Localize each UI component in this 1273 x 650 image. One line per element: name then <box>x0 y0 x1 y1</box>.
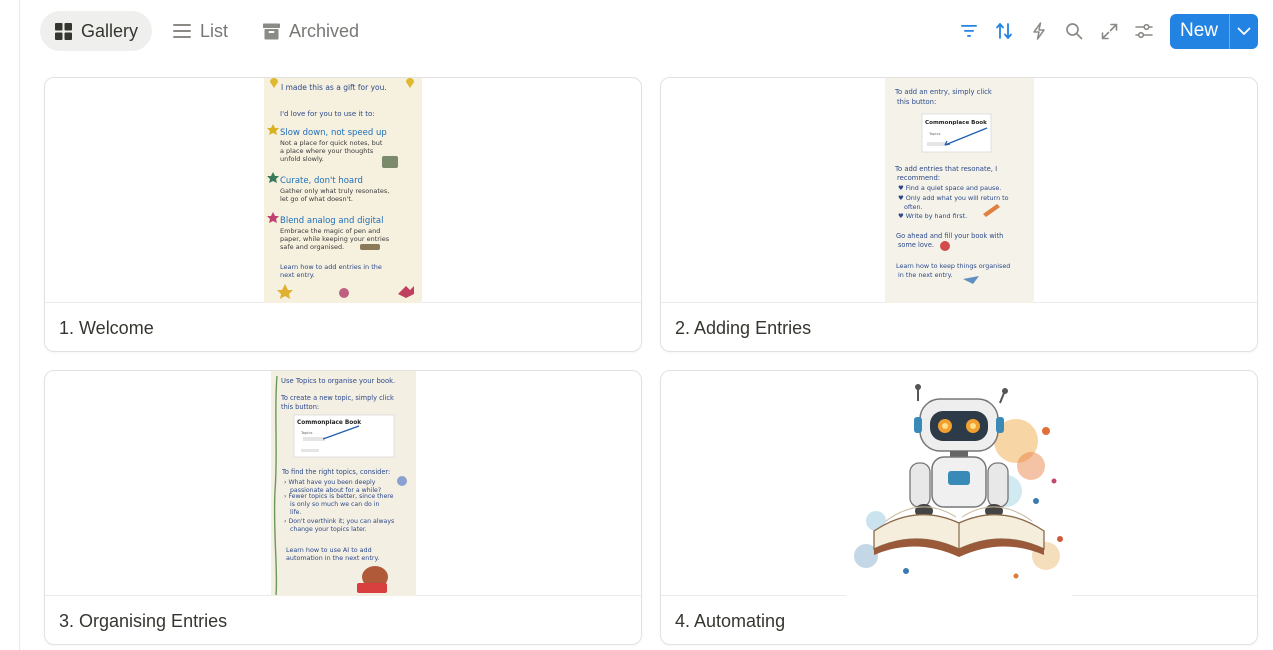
view-toolbar: Gallery List Archived New <box>40 11 1258 51</box>
gallery-card[interactable]: I made this as a gift for you. I'd love … <box>44 77 642 352</box>
card-cover: To add an entry, simply click this butto… <box>661 78 1257 303</box>
tab-list[interactable]: List <box>158 11 242 51</box>
handwritten-note-image: Use Topics to organise your book. To cre… <box>270 371 416 596</box>
note-section-head: Curate, don't hoard <box>280 176 363 186</box>
automations-button[interactable] <box>1022 14 1057 49</box>
svg-text:Learn how to keep things organ: Learn how to keep things organised <box>896 262 1010 270</box>
robot-reading-book-illustration <box>846 371 1072 596</box>
expand-icon <box>1101 23 1118 39</box>
svg-text:Not a place for quick notes, b: Not a place for quick notes, but <box>280 139 383 147</box>
note-heading: I made this as a gift for you. <box>281 83 387 92</box>
gallery-card[interactable]: Use Topics to organise your book. To cre… <box>44 370 642 645</box>
list-lines-icon <box>173 24 192 38</box>
svg-text:To create a new topic, simply: To create a new topic, simply click <box>280 394 394 402</box>
svg-text:paper, while keeping your entr: paper, while keeping your entries <box>280 235 390 243</box>
card-cover: I made this as a gift for you. I'd love … <box>45 78 641 303</box>
note-heading: Use Topics to organise your book. <box>281 377 395 385</box>
view-settings-button[interactable] <box>1127 14 1162 49</box>
svg-text:Embrace the magic of pen and: Embrace the magic of pen and <box>280 227 380 235</box>
new-button[interactable]: New <box>1170 14 1229 49</box>
handwritten-note-image: To add an entry, simply click this butto… <box>884 78 1034 303</box>
svg-text:is only so much we can do in: is only so much we can do in <box>290 501 379 508</box>
handwritten-note-image: I made this as a gift for you. I'd love … <box>264 78 422 303</box>
svg-text:♥ Find a quiet space and pause: ♥ Find a quiet space and pause. <box>898 184 1001 192</box>
search-icon <box>1066 23 1083 40</box>
gallery-grid-icon <box>55 22 72 40</box>
tab-gallery-label: Gallery <box>81 20 139 41</box>
expand-button[interactable] <box>1092 14 1127 49</box>
view-tabs: Gallery List Archived <box>40 11 373 51</box>
filter-button[interactable] <box>952 14 987 49</box>
tab-gallery[interactable]: Gallery <box>40 11 153 51</box>
archive-box-icon <box>263 23 281 39</box>
svg-text:♥ Write by hand first.: ♥ Write by hand first. <box>898 212 967 220</box>
tab-archived[interactable]: Archived <box>248 11 373 51</box>
search-button[interactable] <box>1057 14 1092 49</box>
svg-text:life.: life. <box>290 509 301 516</box>
svg-text:To find the right topics, cons: To find the right topics, consider: <box>281 468 390 476</box>
svg-text:this button:: this button: <box>281 403 319 411</box>
svg-text:To add an entry, simply click: To add an entry, simply click <box>894 88 992 96</box>
filter-icon <box>961 25 978 37</box>
chevron-down-icon <box>1237 27 1251 35</box>
card-cover: Use Topics to organise your book. To cre… <box>45 371 641 596</box>
view-tools: New <box>952 13 1258 49</box>
note-screenshot-title: Commonplace Book <box>925 120 987 126</box>
automation-bolt-icon <box>1033 22 1046 40</box>
svg-text:safe and organised.: safe and organised. <box>280 243 344 251</box>
svg-text:♥ Only add what you will retur: ♥ Only add what you will return to <box>898 194 1009 202</box>
svg-text:in the next entry.: in the next entry. <box>898 271 953 279</box>
note-section-head: Slow down, not speed up <box>280 128 387 138</box>
svg-text:automation in the next entry.: automation in the next entry. <box>286 554 379 562</box>
note-screenshot-item: Topics <box>928 131 941 136</box>
svg-text:unfold slowly.: unfold slowly. <box>280 155 324 163</box>
sidebar-divider <box>19 0 20 650</box>
svg-text:› Don't overthink it; you can: › Don't overthink it; you can always <box>284 518 394 525</box>
svg-text:Learn how to add entries in th: Learn how to add entries in the <box>280 263 382 271</box>
svg-text:› Fewer topics is better, sinc: › Fewer topics is better, since there <box>284 493 394 500</box>
card-title: 3. Organising Entries <box>59 611 228 631</box>
card-title: 1. Welcome <box>59 318 154 338</box>
settings-sliders-icon <box>1135 23 1154 39</box>
svg-text:Learn how to use AI to add: Learn how to use AI to add <box>286 546 372 554</box>
sort-icon <box>996 23 1013 39</box>
tab-archived-label: Archived <box>289 20 360 41</box>
svg-text:this button:: this button: <box>897 98 936 106</box>
card-title: 4. Automating <box>675 611 786 631</box>
svg-text:Gather only what truly resonat: Gather only what truly resonates, <box>280 187 389 195</box>
note-section-head: Blend analog and digital <box>280 216 383 226</box>
tab-list-label: List <box>200 20 229 41</box>
svg-text:change your topics later.: change your topics later. <box>290 526 367 533</box>
new-options-button[interactable] <box>1230 14 1258 49</box>
svg-text:› What have you been deeply: › What have you been deeply <box>284 479 376 486</box>
svg-text:often.: often. <box>904 203 923 211</box>
svg-text:recommend:: recommend: <box>897 174 940 182</box>
svg-text:a place where your thoughts: a place where your thoughts <box>280 147 374 155</box>
new-button-group: New <box>1169 13 1258 49</box>
card-title: 2. Adding Entries <box>675 318 812 338</box>
svg-text:let go of what doesn't.: let go of what doesn't. <box>280 195 353 203</box>
note-intro: I'd love for you to use it to: <box>280 110 375 118</box>
note-screenshot-item: Topics <box>300 430 313 435</box>
gallery-card[interactable]: To add an entry, simply click this butto… <box>660 77 1258 352</box>
svg-text:Go ahead and fill your book wi: Go ahead and fill your book with <box>896 232 1003 240</box>
svg-text:To add entries that resonate,: To add entries that resonate, I <box>894 165 997 173</box>
card-cover <box>661 371 1257 596</box>
note-screenshot-title: Commonplace Book <box>297 420 361 426</box>
sort-button[interactable] <box>987 14 1022 49</box>
svg-text:some love.: some love. <box>898 241 934 249</box>
gallery-card[interactable]: 4. Automating <box>660 370 1258 645</box>
svg-text:next entry.: next entry. <box>280 271 315 279</box>
